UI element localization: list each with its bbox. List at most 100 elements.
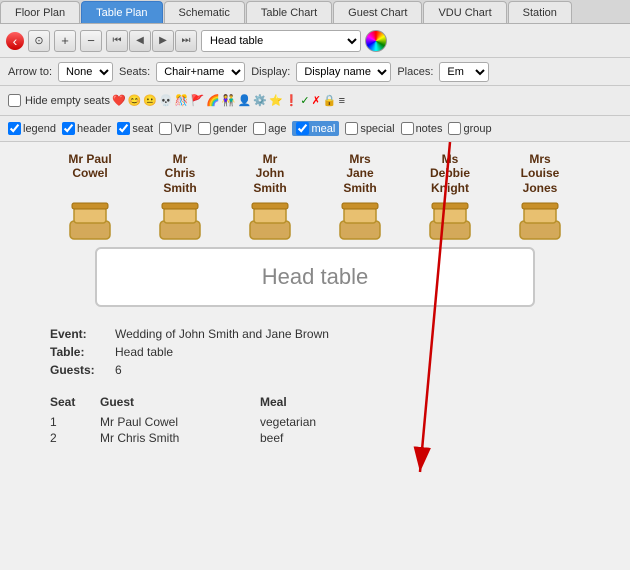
- head-table-box: Head table: [95, 247, 535, 307]
- guests-value: 6: [115, 363, 122, 377]
- vip-label[interactable]: VIP: [159, 122, 192, 135]
- header-label[interactable]: header: [62, 122, 111, 135]
- tab-guest-chart[interactable]: Guest Chart: [333, 1, 422, 23]
- chair-2: [135, 199, 225, 243]
- nav-last-button[interactable]: ⏭: [175, 30, 197, 52]
- col-seat-header: Seat: [50, 395, 100, 409]
- seat-label[interactable]: seat: [117, 122, 153, 135]
- emoji-party[interactable]: 🎊: [175, 94, 189, 107]
- tab-floor-plan[interactable]: Floor Plan: [0, 1, 80, 23]
- nav-first-button[interactable]: ⏮: [106, 30, 128, 52]
- emoji-cross-red[interactable]: ✗: [312, 94, 321, 107]
- notes-checkbox[interactable]: [401, 122, 414, 135]
- icon-bar: Hide empty seats ❤️ 😊 😐 💀 🎊 🚩 🌈 👫 👤 ⚙️ ⭐…: [0, 86, 630, 116]
- head-table-text: Head table: [262, 264, 368, 290]
- emoji-check-green[interactable]: ✓: [300, 94, 309, 107]
- age-label[interactable]: age: [253, 122, 286, 135]
- display-select[interactable]: Display name: [296, 62, 391, 82]
- emoji-neutral[interactable]: 😐: [143, 94, 157, 107]
- seat-1-guest: Mr Paul Cowel: [100, 415, 260, 429]
- guest-name-5: MsDebbieKnight: [405, 152, 495, 195]
- seat-row-1: 1 Mr Paul Cowel vegetarian: [50, 415, 580, 429]
- emoji-smile[interactable]: 😊: [128, 94, 142, 107]
- seat-table-header: Seat Guest Meal: [50, 395, 580, 411]
- gender-checkbox[interactable]: [198, 122, 211, 135]
- hide-empty-seats-checkbox[interactable]: [8, 94, 21, 107]
- tab-station[interactable]: Station: [508, 1, 572, 23]
- nav-prev-button[interactable]: ◀: [129, 30, 151, 52]
- hide-empty-seats-label: Hide empty seats: [25, 95, 110, 107]
- guest-name-2: MrChrisSmith: [135, 152, 225, 195]
- guests-label: Guests:: [50, 363, 115, 377]
- guest-name-3: MrJohnSmith: [225, 152, 315, 195]
- tab-table-chart[interactable]: Table Chart: [246, 1, 332, 23]
- arrow-to-label: Arrow to:: [8, 66, 52, 78]
- vip-checkbox[interactable]: [159, 122, 172, 135]
- special-label[interactable]: special: [345, 122, 394, 135]
- seat-row-2: 2 Mr Chris Smith beef: [50, 431, 580, 445]
- chair-3: [225, 199, 315, 243]
- group-checkbox[interactable]: [448, 122, 461, 135]
- zoom-out-button[interactable]: −: [80, 30, 102, 52]
- guest-name-1: Mr PaulCowel: [45, 152, 135, 195]
- zoom-fit-button[interactable]: ⊙: [28, 30, 50, 52]
- event-label: Event:: [50, 327, 115, 341]
- seats-select[interactable]: Chair+name: [156, 62, 245, 82]
- notes-label[interactable]: notes: [401, 122, 443, 135]
- header-checkbox[interactable]: [62, 122, 75, 135]
- table-label: Table:: [50, 345, 115, 359]
- places-select[interactable]: Em: [439, 62, 489, 82]
- gender-label[interactable]: gender: [198, 122, 247, 135]
- event-value: Wedding of John Smith and Jane Brown: [115, 327, 329, 341]
- emoji-gear[interactable]: ⚙️: [253, 94, 267, 107]
- tab-bar: Floor Plan Table Plan Schematic Table Ch…: [0, 0, 630, 24]
- tab-schematic[interactable]: Schematic: [164, 1, 245, 23]
- emoji-lock[interactable]: 🔒: [323, 94, 337, 107]
- emoji-heart[interactable]: ❤️: [112, 94, 126, 107]
- tab-vdu-chart[interactable]: VDU Chart: [423, 1, 506, 23]
- back-button[interactable]: ‹: [6, 32, 24, 50]
- seat-2-guest: Mr Chris Smith: [100, 431, 260, 445]
- group-label[interactable]: group: [448, 122, 491, 135]
- guests-row: Guests: 6: [50, 363, 580, 377]
- checkbox-row: legend header seat VIP gender age meal s…: [0, 116, 630, 142]
- table-selector[interactable]: Head table: [201, 30, 361, 52]
- legend-label[interactable]: legend: [8, 122, 56, 135]
- legend-checkbox[interactable]: [8, 122, 21, 135]
- emoji-flag-red[interactable]: 🚩: [191, 94, 205, 107]
- seat-2-meal: beef: [260, 431, 380, 445]
- places-label: Places:: [397, 66, 433, 78]
- emoji-couple[interactable]: 👫: [222, 94, 236, 107]
- zoom-in-button[interactable]: +: [54, 30, 76, 52]
- special-checkbox[interactable]: [345, 122, 358, 135]
- table-value: Head table: [115, 345, 173, 359]
- nav-group: ⏮ ◀ ▶ ⏭: [106, 30, 197, 52]
- age-checkbox[interactable]: [253, 122, 266, 135]
- meal-label[interactable]: meal: [292, 121, 339, 136]
- event-row: Event: Wedding of John Smith and Jane Br…: [50, 327, 580, 341]
- chair-4: [315, 199, 405, 243]
- emoji-star[interactable]: ⭐: [269, 94, 283, 107]
- emoji-skull[interactable]: 💀: [159, 94, 173, 107]
- color-wheel[interactable]: [365, 30, 387, 52]
- col-guest-header: Guest: [100, 395, 260, 409]
- guest-name-4: MrsJaneSmith: [315, 152, 405, 195]
- emoji-rainbow[interactable]: 🌈: [206, 94, 220, 107]
- emoji-exclaim[interactable]: ❗: [285, 94, 299, 107]
- seat-checkbox[interactable]: [117, 122, 130, 135]
- emoji-person[interactable]: 👤: [238, 94, 252, 107]
- seat-1-meal: vegetarian: [260, 415, 380, 429]
- chair-1: [45, 199, 135, 243]
- display-label: Display:: [251, 66, 290, 78]
- chair-5: [405, 199, 495, 243]
- meal-checkbox[interactable]: [296, 122, 309, 135]
- chair-row: [45, 199, 585, 243]
- emoji-menu[interactable]: ≡: [339, 95, 345, 107]
- nav-next-button[interactable]: ▶: [152, 30, 174, 52]
- main-content: Mr PaulCowel MrChrisSmith MrJohnSmith Mr…: [0, 142, 630, 570]
- guest-name-6: MrsLouiseJones: [495, 152, 585, 195]
- seat-1-num: 1: [50, 415, 100, 429]
- toolbar: ‹ ⊙ + − ⏮ ◀ ▶ ⏭ Head table: [0, 24, 630, 58]
- arrow-to-select[interactable]: None: [58, 62, 113, 82]
- tab-table-plan[interactable]: Table Plan: [81, 1, 162, 23]
